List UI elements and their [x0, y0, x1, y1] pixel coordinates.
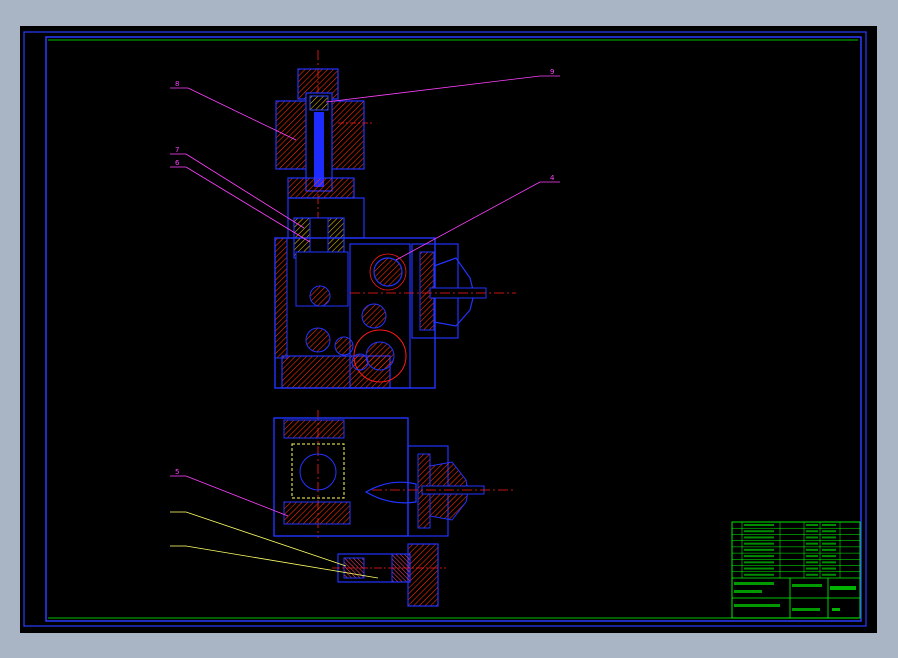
parts-list-cell-text [822, 548, 836, 551]
balloon-4: 4 [550, 174, 555, 182]
outer-border [23, 31, 867, 627]
parts-list-cell-text [806, 555, 818, 558]
mid-gear [351, 353, 369, 371]
small-gear-2 [334, 336, 354, 356]
valve-spring [309, 95, 329, 111]
parts-list-cell-text [806, 542, 818, 545]
parts-list-cell-text [744, 555, 774, 558]
parts-list-cell-text [822, 561, 836, 564]
idler-gear [361, 303, 387, 329]
parts-list-cell-text [806, 567, 818, 570]
parts-list-cell-text [744, 548, 774, 551]
cad-drawing: 8 9 7 6 4 5 [23, 31, 867, 627]
upper-section-view [274, 50, 516, 389]
parts-list-cell-text [822, 536, 836, 539]
balloon-8: 8 [175, 80, 179, 88]
parts-list-cell-text [744, 536, 774, 539]
pump-bracket [407, 543, 439, 607]
inner-border [45, 36, 862, 622]
small-gear-3 [309, 285, 331, 307]
leader-5 [185, 475, 289, 517]
parts-list-cell-text [822, 567, 836, 570]
balloon-5: 5 [175, 468, 179, 476]
leader-4 [395, 181, 541, 261]
parts-list [732, 522, 860, 578]
balloon-labels: 8 9 7 6 4 5 [175, 68, 555, 476]
parts-list-cell-text [744, 542, 774, 545]
plan-wall-bottom [283, 501, 351, 525]
lower-plan-view [273, 410, 516, 607]
small-gear-1 [305, 327, 331, 353]
parts-list-cell-text [806, 573, 818, 576]
parts-list-cell-text [806, 530, 818, 533]
input-gear [373, 257, 403, 287]
parts-list-cell-text [744, 567, 774, 570]
plan-wall-top [283, 419, 345, 439]
parts-list-cell-text [744, 561, 774, 564]
parts-list-cell-text [744, 530, 774, 533]
leader-9 [325, 75, 541, 103]
parts-list-cell-text [806, 561, 818, 564]
title-block-frame [731, 521, 861, 619]
large-gear-hub [365, 341, 395, 371]
title-block [731, 521, 861, 619]
parts-list-cell-text [806, 524, 818, 526]
balloon-6: 6 [175, 159, 180, 167]
leader-lines [170, 75, 560, 579]
parts-list-cell-text [822, 524, 836, 526]
parts-list-cell-text [744, 524, 774, 526]
balloon-7: 7 [175, 146, 179, 154]
parts-list-cell-text [822, 573, 836, 576]
parts-list-cell-text [744, 573, 774, 576]
parts-list-cell-text [822, 555, 836, 558]
valve-lower-flange [287, 177, 355, 199]
gearbox-wall-left [274, 237, 288, 359]
parts-list-cell-text [822, 530, 836, 533]
balloon-9: 9 [550, 68, 554, 76]
parts-list-cell-text [806, 548, 818, 551]
parts-list-cell-text [822, 542, 836, 545]
drawing-viewport[interactable]: 8 9 7 6 4 5 [20, 26, 877, 633]
valve-spool [314, 112, 324, 187]
parts-list-cell-text [806, 536, 818, 539]
title-block-text [734, 582, 856, 611]
